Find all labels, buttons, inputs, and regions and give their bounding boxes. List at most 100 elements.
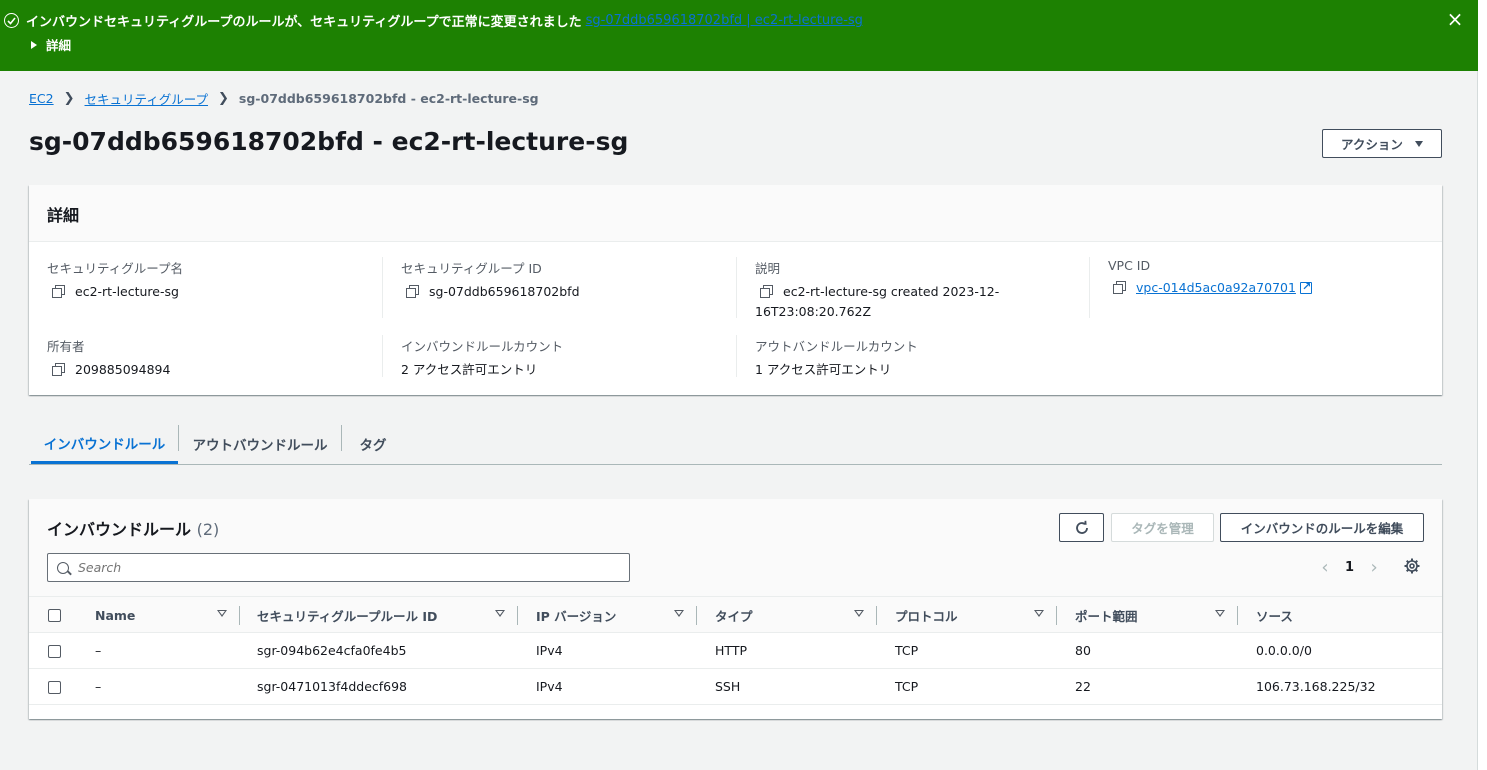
description-value-line1: ec2-rt-lecture-sg created 2023-12- bbox=[783, 284, 1000, 299]
cell-protocol: TCP bbox=[895, 668, 1075, 705]
col-header-source[interactable]: ソース bbox=[1256, 596, 1442, 633]
column-resizer[interactable] bbox=[876, 606, 877, 625]
current-page[interactable]: 1 bbox=[1345, 560, 1354, 575]
cell-source: 0.0.0.0/0 bbox=[1256, 632, 1442, 669]
copy-icon[interactable] bbox=[1113, 281, 1127, 295]
breadcrumb: EC2 ❯ セキュリティグループ ❯ sg-07ddb659618702bfd … bbox=[29, 89, 539, 108]
table-row[interactable]: – sgr-094b62e4cfa0fe4b5 IPv4 HTTP TCP 80… bbox=[29, 632, 1442, 669]
field-sg-name: セキュリティグループ名 ec2-rt-lecture-sg bbox=[47, 258, 183, 302]
cell-name: – bbox=[77, 668, 257, 705]
breadcrumb-security-groups[interactable]: セキュリティグループ bbox=[85, 89, 209, 108]
success-flash-banner: インバウンドセキュリティグループのルールが、セキュリティグループで正常に変更され… bbox=[0, 0, 1478, 71]
column-resizer[interactable] bbox=[239, 606, 240, 625]
cell-name: – bbox=[77, 632, 257, 669]
rules-title: インバウンドルール (2) bbox=[47, 516, 219, 540]
flash-detail-label: 詳細 bbox=[46, 38, 72, 53]
copy-icon[interactable] bbox=[52, 363, 66, 377]
sort-caret-icon[interactable] bbox=[1034, 610, 1044, 617]
inbound-rules-panel: インバウンドルール (2) タグを管理 インバウンドのルールを編集 ‹ 1 › bbox=[29, 499, 1442, 719]
sort-caret-icon[interactable] bbox=[674, 610, 684, 617]
chevron-right-icon: ❯ bbox=[218, 91, 229, 106]
actions-dropdown-button[interactable]: アクション bbox=[1322, 129, 1442, 158]
vpc-id-link[interactable]: vpc-014d5ac0a92a70701 bbox=[1136, 278, 1296, 298]
column-resizer[interactable] bbox=[517, 606, 518, 625]
select-all-header bbox=[29, 596, 77, 633]
cell-source: 106.73.168.225/32 bbox=[1256, 668, 1442, 705]
cell-port-range: 22 bbox=[1075, 668, 1256, 705]
column-resizer[interactable] bbox=[1237, 606, 1238, 625]
tab-outbound-rules[interactable]: アウトバウンドルール bbox=[179, 424, 341, 464]
external-link-icon bbox=[1299, 277, 1312, 297]
window-edge bbox=[1478, 0, 1487, 770]
field-owner: 所有者 209885094894 bbox=[47, 336, 170, 380]
page-title: sg-07ddb659618702bfd - ec2-rt-lecture-sg bbox=[29, 127, 629, 156]
search-input[interactable] bbox=[78, 560, 618, 575]
vpc-id-label: VPC ID bbox=[1108, 258, 1151, 273]
success-check-icon bbox=[4, 13, 19, 28]
copy-icon[interactable] bbox=[760, 285, 774, 299]
flash-message: インバウンドセキュリティグループのルールが、セキュリティグループで正常に変更され… bbox=[26, 15, 582, 30]
inbound-count-label: インバウンドルールカウント bbox=[401, 339, 564, 354]
outbound-count-label: アウトバンドルールカウント bbox=[755, 339, 918, 354]
cell-type: SSH bbox=[715, 668, 895, 705]
col-header-rule-id[interactable]: セキュリティグループルール ID bbox=[257, 596, 536, 633]
edit-inbound-rules-button[interactable]: インバウンドのルールを編集 bbox=[1220, 513, 1424, 542]
owner-value: 209885094894 bbox=[75, 362, 171, 377]
table-header-row: Name セキュリティグループルール ID IP バージョン タイプ プロトコル… bbox=[29, 596, 1442, 633]
col-header-port-range[interactable]: ポート範囲 bbox=[1075, 596, 1256, 633]
breadcrumb-ec2[interactable]: EC2 bbox=[29, 91, 54, 106]
flash-detail-toggle[interactable]: 詳細 bbox=[31, 35, 71, 54]
caret-down-icon bbox=[1414, 140, 1423, 147]
breadcrumb-current: sg-07ddb659618702bfd - ec2-rt-lecture-sg bbox=[238, 91, 539, 106]
field-sg-id: セキュリティグループ ID sg-07ddb659618702bfd bbox=[401, 258, 580, 302]
chevron-right-icon: ❯ bbox=[63, 91, 75, 106]
row-checkbox[interactable] bbox=[48, 681, 61, 694]
cell-port-range: 80 bbox=[1075, 632, 1256, 669]
sg-id-value: sg-07ddb659618702bfd bbox=[429, 284, 580, 299]
divider bbox=[736, 335, 737, 377]
divider bbox=[382, 257, 383, 318]
sort-caret-icon[interactable] bbox=[854, 610, 864, 617]
field-outbound-count: アウトバンドルールカウント 1 アクセス許可エントリ bbox=[755, 336, 918, 380]
close-icon[interactable]: × bbox=[1446, 9, 1464, 29]
divider bbox=[382, 335, 383, 377]
cell-rule-id: sgr-0471013f4ddecf698 bbox=[257, 668, 536, 705]
sort-caret-icon[interactable] bbox=[495, 610, 505, 617]
inbound-rules-table: Name セキュリティグループルール ID IP バージョン タイプ プロトコル… bbox=[29, 596, 1442, 705]
divider bbox=[736, 257, 737, 318]
owner-label: 所有者 bbox=[47, 339, 85, 354]
col-header-type[interactable]: タイプ bbox=[715, 596, 895, 633]
search-box bbox=[47, 553, 630, 582]
tab-tags[interactable]: タグ bbox=[342, 424, 404, 464]
flash-sg-link[interactable]: sg-07ddb659618702bfd | ec2-rt-lecture-sg bbox=[586, 13, 863, 28]
search-icon bbox=[57, 561, 69, 574]
col-header-ip-version[interactable]: IP バージョン bbox=[536, 596, 715, 633]
column-resizer[interactable] bbox=[1056, 606, 1057, 625]
field-description: 説明 ec2-rt-lecture-sg created 2023-12- 16… bbox=[755, 258, 999, 322]
tab-inbound-rules[interactable]: インバウンドルール bbox=[31, 424, 178, 464]
col-header-protocol[interactable]: プロトコル bbox=[895, 596, 1075, 633]
sort-caret-icon[interactable] bbox=[1215, 610, 1225, 617]
cell-ip-version: IPv4 bbox=[536, 632, 715, 669]
col-header-name[interactable]: Name bbox=[77, 596, 257, 633]
sg-name-label: セキュリティグループ名 bbox=[47, 261, 184, 276]
pagination: ‹ 1 › bbox=[1317, 557, 1382, 578]
rules-title-text: インバウンドルール bbox=[47, 520, 192, 539]
next-page-icon[interactable]: › bbox=[1366, 557, 1382, 578]
sort-caret-icon[interactable] bbox=[217, 610, 227, 617]
copy-icon[interactable] bbox=[406, 285, 420, 299]
column-resizer[interactable] bbox=[696, 606, 697, 625]
manage-tags-button[interactable]: タグを管理 bbox=[1111, 513, 1214, 542]
table-row[interactable]: – sgr-0471013f4ddecf698 IPv4 SSH TCP 22 … bbox=[29, 668, 1442, 705]
caret-right-icon bbox=[31, 40, 37, 49]
select-all-checkbox[interactable] bbox=[48, 608, 61, 622]
cell-protocol: TCP bbox=[895, 632, 1075, 669]
refresh-icon bbox=[1075, 520, 1088, 534]
row-checkbox[interactable] bbox=[48, 645, 61, 658]
gear-icon[interactable] bbox=[1404, 558, 1420, 574]
details-heading: 詳細 bbox=[47, 206, 80, 225]
cell-ip-version: IPv4 bbox=[536, 668, 715, 705]
copy-icon[interactable] bbox=[52, 285, 66, 299]
refresh-button[interactable] bbox=[1059, 513, 1104, 542]
prev-page-icon[interactable]: ‹ bbox=[1317, 557, 1333, 578]
